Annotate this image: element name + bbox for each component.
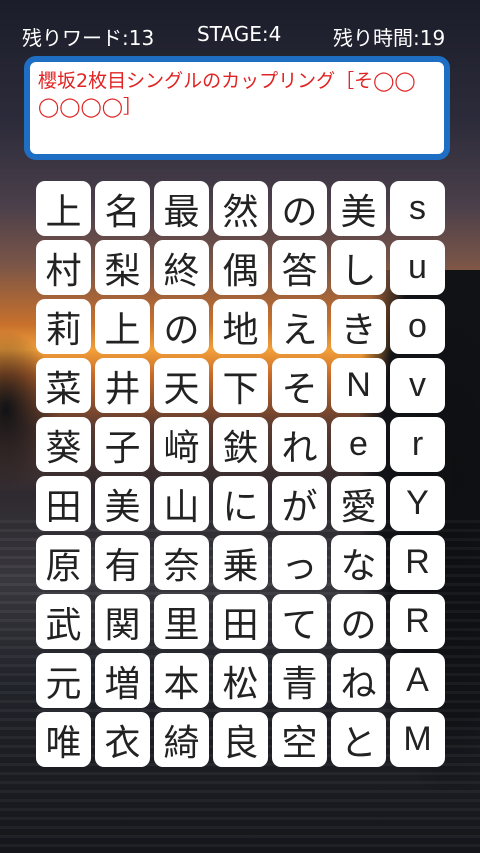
letter-tile[interactable]: れ (272, 417, 327, 472)
question-text: 櫻坂2枚目シングルのカップリング［そ◯◯◯◯◯◯］ (38, 70, 416, 118)
letter-grid: 上名最然の美s村梨終偶答しu莉上の地えきo菜井天下そNv葵子﨑鉄れer田美山にが… (36, 181, 445, 767)
letter-tile[interactable]: R (390, 594, 445, 649)
letter-tile[interactable]: 梨 (95, 240, 150, 295)
letter-tile[interactable]: 子 (95, 417, 150, 472)
letter-tile[interactable]: 衣 (95, 712, 150, 767)
letter-tile[interactable]: 﨑 (154, 417, 209, 472)
letter-tile[interactable]: v (390, 358, 445, 413)
status-header: 残りワード:13 STAGE:4 残り時間:19 (0, 18, 480, 50)
letter-tile[interactable]: 葵 (36, 417, 91, 472)
letter-tile[interactable]: ね (331, 653, 386, 708)
letter-tile[interactable]: A (390, 653, 445, 708)
letter-tile[interactable]: の (154, 299, 209, 354)
letter-tile[interactable]: が (272, 476, 327, 531)
letter-tile[interactable]: 青 (272, 653, 327, 708)
letter-tile[interactable]: て (272, 594, 327, 649)
letter-tile[interactable]: 名 (95, 181, 150, 236)
letter-tile[interactable]: 関 (95, 594, 150, 649)
letter-tile[interactable]: 下 (213, 358, 268, 413)
letter-tile[interactable]: s (390, 181, 445, 236)
letter-tile[interactable]: 終 (154, 240, 209, 295)
letter-tile[interactable]: 菜 (36, 358, 91, 413)
letter-tile[interactable]: M (390, 712, 445, 767)
letter-tile[interactable]: 松 (213, 653, 268, 708)
letter-tile[interactable]: 莉 (36, 299, 91, 354)
letter-tile[interactable]: 上 (36, 181, 91, 236)
stage-indicator: STAGE:4 (197, 22, 282, 46)
letter-tile[interactable]: 偶 (213, 240, 268, 295)
remaining-words-counter: 残りワード:13 (22, 26, 155, 50)
question-box: 櫻坂2枚目シングルのカップリング［そ◯◯◯◯◯◯］ (24, 56, 450, 160)
letter-tile[interactable]: N (331, 358, 386, 413)
letter-tile[interactable]: 地 (213, 299, 268, 354)
letter-tile[interactable]: 上 (95, 299, 150, 354)
letter-tile[interactable]: と (331, 712, 386, 767)
letter-tile[interactable]: R (390, 535, 445, 590)
letter-tile[interactable]: の (331, 594, 386, 649)
letter-tile[interactable]: 良 (213, 712, 268, 767)
letter-tile[interactable]: 山 (154, 476, 209, 531)
letter-tile[interactable]: 増 (95, 653, 150, 708)
letter-tile[interactable]: 答 (272, 240, 327, 295)
letter-tile[interactable]: の (272, 181, 327, 236)
letter-tile[interactable]: e (331, 417, 386, 472)
letter-tile[interactable]: 空 (272, 712, 327, 767)
letter-tile[interactable]: な (331, 535, 386, 590)
letter-tile[interactable]: 奈 (154, 535, 209, 590)
letter-tile[interactable]: Y (390, 476, 445, 531)
letter-tile[interactable]: 田 (36, 476, 91, 531)
letter-tile[interactable]: 元 (36, 653, 91, 708)
remaining-time-counter: 残り時間:19 (333, 26, 446, 50)
letter-tile[interactable]: し (331, 240, 386, 295)
letter-tile[interactable]: 最 (154, 181, 209, 236)
letter-tile[interactable]: 田 (213, 594, 268, 649)
letter-tile[interactable]: 然 (213, 181, 268, 236)
letter-tile[interactable]: u (390, 240, 445, 295)
letter-tile[interactable]: 里 (154, 594, 209, 649)
letter-tile[interactable]: 美 (95, 476, 150, 531)
letter-tile[interactable]: え (272, 299, 327, 354)
letter-tile[interactable]: に (213, 476, 268, 531)
letter-tile[interactable]: 井 (95, 358, 150, 413)
letter-tile[interactable]: 原 (36, 535, 91, 590)
letter-tile[interactable]: 武 (36, 594, 91, 649)
letter-tile[interactable]: 本 (154, 653, 209, 708)
letter-tile[interactable]: 鉄 (213, 417, 268, 472)
letter-tile[interactable]: 村 (36, 240, 91, 295)
letter-tile[interactable]: r (390, 417, 445, 472)
letter-tile[interactable]: 天 (154, 358, 209, 413)
letter-tile[interactable]: 愛 (331, 476, 386, 531)
letter-tile[interactable]: 有 (95, 535, 150, 590)
letter-tile[interactable]: 綺 (154, 712, 209, 767)
letter-tile[interactable]: o (390, 299, 445, 354)
letter-tile[interactable]: 唯 (36, 712, 91, 767)
letter-tile[interactable]: 美 (331, 181, 386, 236)
letter-tile[interactable]: き (331, 299, 386, 354)
letter-tile[interactable]: そ (272, 358, 327, 413)
letter-tile[interactable]: 乗 (213, 535, 268, 590)
letter-tile[interactable]: っ (272, 535, 327, 590)
